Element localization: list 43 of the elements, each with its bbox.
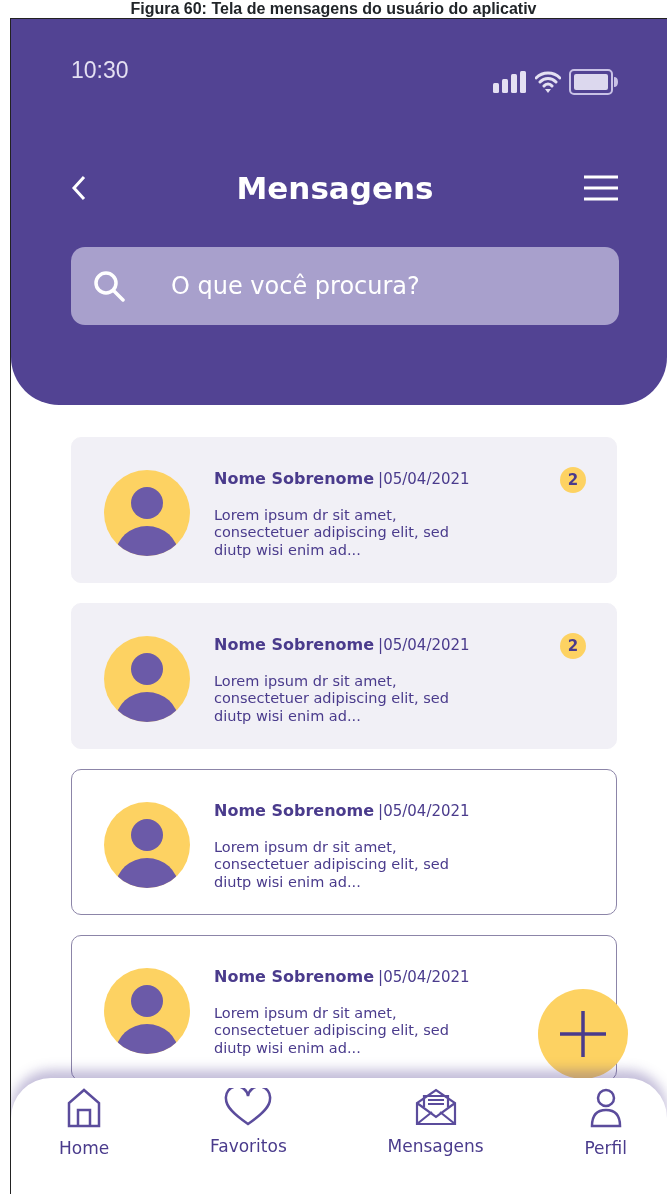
- battery-icon: [569, 69, 619, 95]
- menu-icon: [583, 175, 619, 201]
- signal-icon: [493, 71, 527, 93]
- plus-icon: [558, 1009, 608, 1059]
- unread-count: 2: [560, 466, 586, 493]
- figure-caption: Figura 60: Tela de mensagens do usuário do aplicativ: [129, 0, 538, 18]
- nav-tab[interactable]: Mensagens: [387, 1088, 484, 1194]
- message-card[interactable]: Nome Sobrenome |05/04/2021 2 Lorem ipsum dr sit amet, consectetuer adipiscing elit, sed diutp wisi enim ad...: [71, 603, 617, 749]
- avatar-icon: [104, 968, 190, 1054]
- back-icon: [71, 175, 87, 201]
- message-date: |05/04/2021: [378, 468, 470, 490]
- nav-tab[interactable]: Home: [59, 1088, 110, 1194]
- user-icon: [589, 1088, 622, 1128]
- status-time: 10:30: [71, 56, 129, 85]
- message-date: |05/04/2021: [378, 800, 470, 822]
- envelope-icon: [414, 1088, 457, 1126]
- back-button[interactable]: [71, 175, 87, 201]
- message-card[interactable]: Nome Sobrenome |05/04/2021 2 Lorem ipsum dr sit amet, consectetuer adipiscing elit, sed diutp wisi enim ad...: [71, 437, 617, 583]
- home-icon: [67, 1088, 102, 1128]
- search-icon: [93, 270, 125, 302]
- search-field[interactable]: O que você procura?: [71, 247, 619, 325]
- message-date: |05/04/2021: [378, 966, 470, 988]
- message-preview: Lorem ipsum dr sit amet, consectetuer adipiscing elit, sed diutp wisi enim ad...: [214, 838, 450, 892]
- message-preview: Lorem ipsum dr sit amet, consectetuer adipiscing elit, sed diutp wisi enim ad...: [214, 672, 450, 726]
- sender-name: Nome Sobrenome: [214, 799, 375, 822]
- menu-button[interactable]: [583, 175, 619, 201]
- avatar-icon: [104, 802, 190, 888]
- nav-tab[interactable]: Favoritos: [210, 1088, 287, 1194]
- message-date: |05/04/2021: [378, 634, 470, 656]
- message-card[interactable]: Nome Sobrenome |05/04/2021 Lorem ipsum dr sit amet, consectetuer adipiscing elit, sed diutp wisi enim ad...: [71, 769, 617, 915]
- wifi-icon: [535, 71, 561, 93]
- message-preview: Lorem ipsum dr sit amet, consectetuer adipiscing elit, sed diutp wisi enim ad...: [214, 1004, 450, 1058]
- sender-name: Nome Sobrenome: [214, 467, 375, 490]
- message-card[interactable]: Nome Sobrenome |05/04/2021 Lorem ipsum dr sit amet, consectetuer adipiscing elit, sed diutp wisi enim ad...: [71, 935, 617, 1081]
- avatar-icon: [104, 470, 190, 556]
- sender-name: Nome Sobrenome: [214, 633, 375, 656]
- message-preview: Lorem ipsum dr sit amet, consectetuer adipiscing elit, sed diutp wisi enim ad...: [214, 506, 450, 560]
- sender-name: Nome Sobrenome: [214, 965, 375, 988]
- unread-count: 2: [560, 632, 586, 659]
- heart-icon: [224, 1088, 273, 1126]
- page-title: Mensagens: [236, 168, 434, 208]
- avatar-icon: [104, 636, 190, 722]
- nav-tab[interactable]: Perfil: [584, 1088, 627, 1194]
